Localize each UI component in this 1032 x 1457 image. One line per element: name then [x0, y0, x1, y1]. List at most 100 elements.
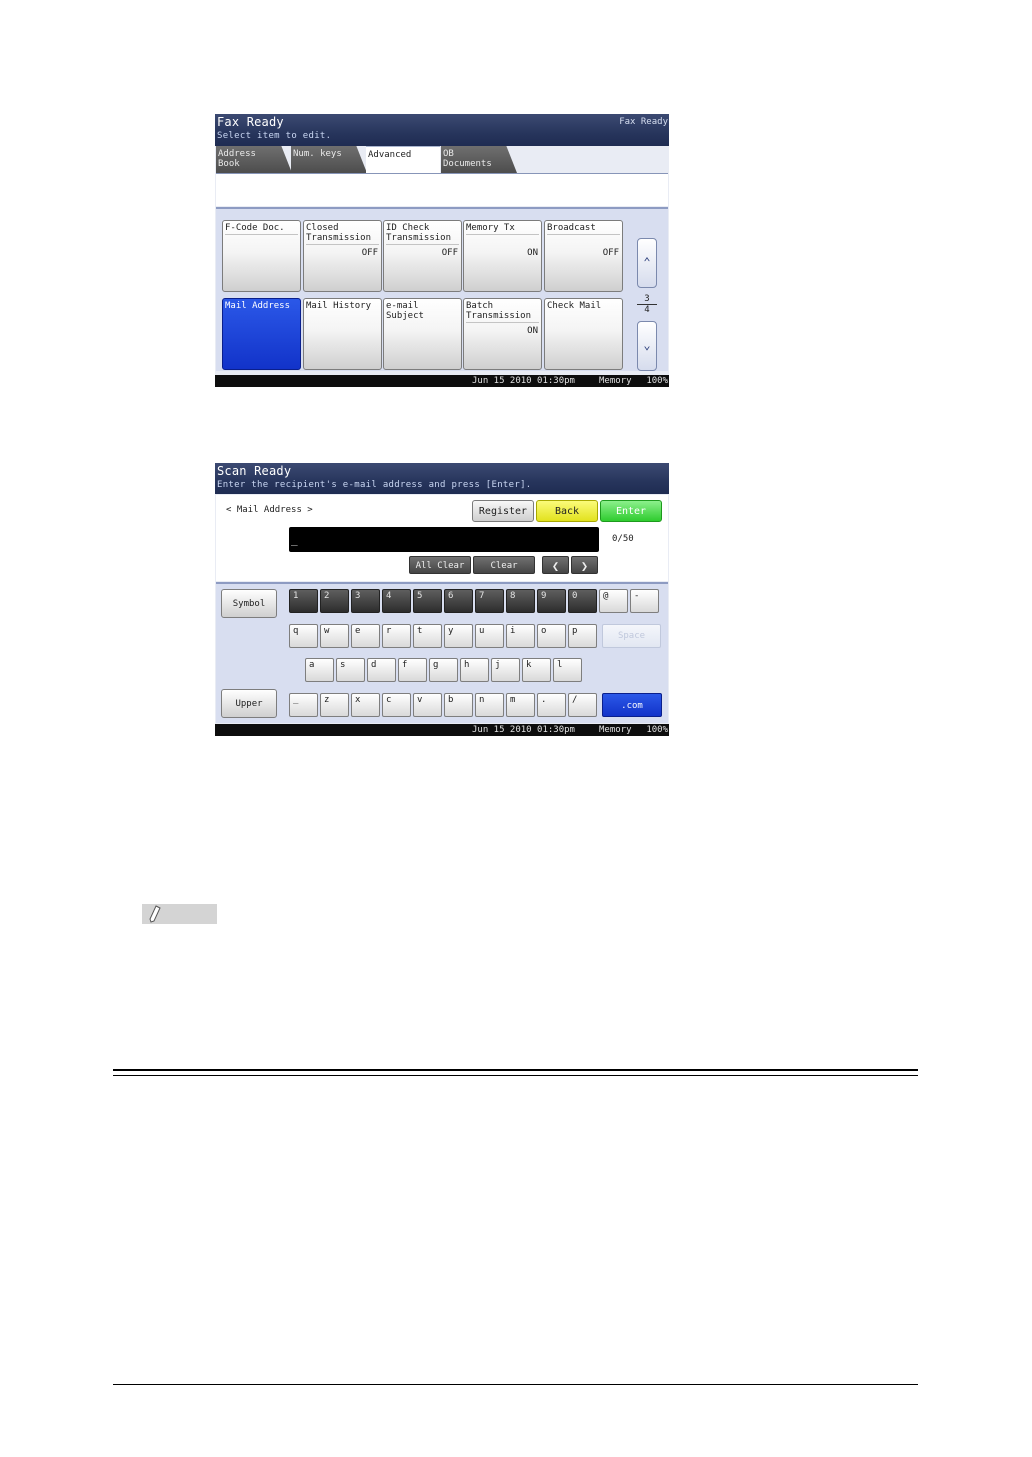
key-0[interactable]: _ [289, 693, 318, 717]
scroll-down-button[interactable]: ⌄ [637, 321, 657, 371]
footer-memory-label: Memory [599, 376, 632, 386]
key-7[interactable]: 8 [506, 589, 535, 613]
button-label: ID Check Transmission [386, 223, 459, 245]
setting-value: ON [527, 326, 538, 336]
dotcom-key[interactable]: .com [602, 693, 662, 717]
key-4[interactable]: 5 [413, 589, 442, 613]
address-entry-area: < Mail Address > Register Back Enter _ 0… [216, 495, 668, 581]
key-2[interactable]: e [351, 624, 380, 648]
key-3[interactable]: f [398, 658, 427, 682]
key-4[interactable]: g [429, 658, 458, 682]
key-7[interactable]: i [506, 624, 535, 648]
key-8[interactable]: 9 [537, 589, 566, 613]
key-8[interactable]: o [537, 624, 566, 648]
key-10[interactable]: @ [599, 589, 628, 613]
setting-value: ON [527, 248, 538, 258]
space-key[interactable]: Space [602, 624, 661, 648]
key-1[interactable]: z [320, 693, 349, 717]
key-4[interactable]: v [413, 693, 442, 717]
clear-button[interactable]: Clear [473, 556, 535, 574]
setting-value: OFF [602, 248, 619, 258]
tab-label: Advanced [368, 150, 412, 160]
key-1[interactable]: 2 [320, 589, 349, 613]
key-3[interactable]: c [382, 693, 411, 717]
key-3[interactable]: r [382, 624, 411, 648]
footer-memory-value: 100% [646, 725, 668, 735]
label-line: Transmission [306, 233, 372, 243]
key-6[interactable]: 7 [475, 589, 504, 613]
enter-button[interactable]: Enter [600, 500, 662, 522]
mail-history-button[interactable]: Mail History [303, 298, 382, 370]
key-1[interactable]: s [336, 658, 365, 682]
key-4[interactable]: t [413, 624, 442, 648]
key-3[interactable]: 4 [382, 589, 411, 613]
key-0[interactable]: a [305, 658, 334, 682]
all-clear-button[interactable]: All Clear [409, 556, 471, 574]
batch-transmission-button[interactable]: Batch Transmission ON [463, 298, 542, 370]
key-6[interactable]: j [491, 658, 520, 682]
key-6[interactable]: u [475, 624, 504, 648]
back-button[interactable]: Back [536, 500, 598, 522]
key-9[interactable]: p [568, 624, 597, 648]
email-subject-button[interactable]: e-mail Subject [383, 298, 462, 370]
closed-transmission-button[interactable]: Closed Transmission OFF [303, 220, 382, 292]
field-label: < Mail Address > [226, 505, 313, 515]
chevron-left-icon: ❮ [551, 559, 560, 573]
key-7[interactable]: m [506, 693, 535, 717]
tab-label: Documents [443, 159, 492, 169]
screen-header: Scan Ready Enter the recipient's e-mail … [215, 463, 669, 494]
key-5[interactable]: b [444, 693, 473, 717]
info-bar [216, 173, 668, 206]
key-5[interactable]: h [460, 658, 489, 682]
footer-memory-value: 100% [646, 376, 668, 386]
f-code-doc-button[interactable]: F-Code Doc. [222, 220, 301, 292]
button-label: Memory Tx [466, 223, 539, 235]
cursor-right-button[interactable]: ❯ [571, 556, 598, 574]
button-label: e-mail Subject [386, 301, 424, 321]
mail-address-button[interactable]: Mail Address [222, 298, 301, 370]
chevron-up-icon: ⌃ [643, 255, 651, 269]
tab-advanced[interactable]: Advanced [366, 146, 440, 176]
key-11[interactable]: - [630, 589, 659, 613]
key-6[interactable]: n [475, 693, 504, 717]
button-label: F-Code Doc. [225, 223, 298, 235]
upper-button[interactable]: Upper [221, 689, 277, 718]
status-text: Fax Ready [619, 117, 668, 127]
input-value: _ [291, 533, 298, 546]
broadcast-button[interactable]: Broadcast OFF [544, 220, 623, 292]
key-9[interactable]: 0 [568, 589, 597, 613]
key-0[interactable]: 1 [289, 589, 318, 613]
key-5[interactable]: 6 [444, 589, 473, 613]
key-2[interactable]: 3 [351, 589, 380, 613]
key-1[interactable]: w [320, 624, 349, 648]
tab-address-book[interactable]: Address Book [216, 146, 292, 173]
key-2[interactable]: x [351, 693, 380, 717]
key-8[interactable]: l [553, 658, 582, 682]
key-5[interactable]: y [444, 624, 473, 648]
fax-ready-screen: Fax Ready Select item to edit. Fax Ready… [215, 114, 669, 387]
register-button[interactable]: Register [472, 500, 534, 522]
key-8[interactable]: . [537, 693, 566, 717]
tab-label: Num. keys [293, 149, 342, 159]
memory-tx-button[interactable]: Memory Tx ON [463, 220, 542, 292]
id-check-transmission-button[interactable]: ID Check Transmission OFF [383, 220, 462, 292]
symbol-button[interactable]: Symbol [221, 589, 277, 618]
button-label: Closed Transmission [306, 223, 379, 245]
cursor-left-button[interactable]: ❮ [542, 556, 569, 574]
check-mail-button[interactable]: Check Mail [544, 298, 623, 370]
button-label: Broadcast [547, 223, 620, 235]
pencil-icon [149, 905, 161, 923]
tab-num-keys[interactable]: Num. keys [291, 146, 367, 173]
screen-subtitle: Enter the recipient's e-mail address and… [217, 480, 532, 490]
key-0[interactable]: q [289, 624, 318, 648]
tab-ob-documents[interactable]: OB Documents [441, 146, 517, 173]
email-address-input[interactable]: _ [289, 527, 599, 552]
scroll-up-button[interactable]: ⌃ [637, 238, 657, 288]
key-7[interactable]: k [522, 658, 551, 682]
label-line: Batch [466, 301, 494, 311]
chevron-right-icon: ❯ [580, 559, 589, 573]
note-tag [142, 904, 217, 924]
key-2[interactable]: d [367, 658, 396, 682]
function-panel: F-Code Doc. Closed Transmission OFF ID C… [216, 207, 668, 371]
key-9[interactable]: / [568, 693, 597, 717]
